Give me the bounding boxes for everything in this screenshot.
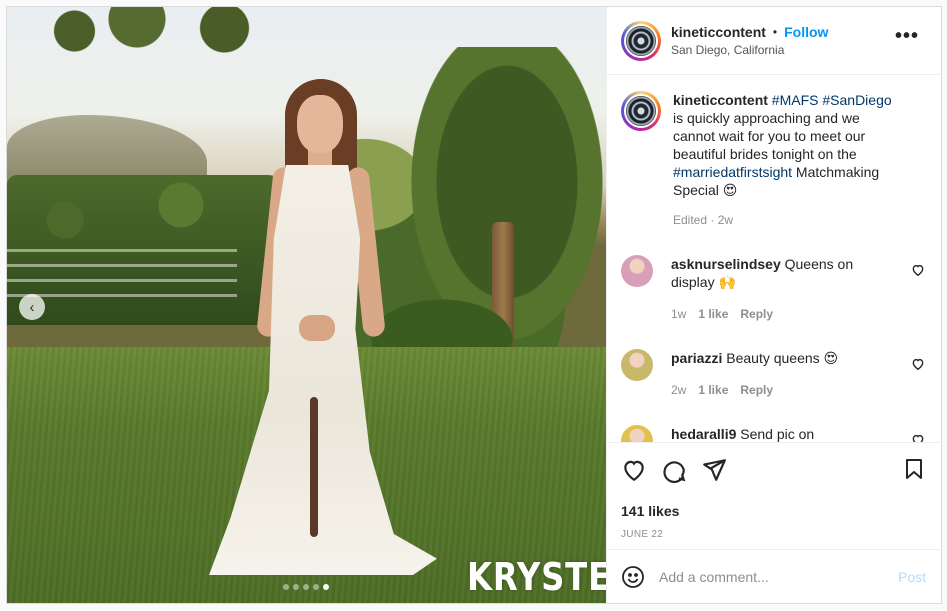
comment-likes[interactable]: 1 like — [698, 381, 728, 399]
share-icon[interactable] — [701, 457, 727, 483]
smile-icon[interactable] — [621, 565, 645, 589]
post-comment-button[interactable]: Post — [898, 569, 926, 585]
heart-icon[interactable] — [621, 457, 647, 483]
commenter-username[interactable]: asknurselindsey — [671, 256, 781, 272]
carousel-dot — [283, 584, 289, 590]
bride-hands — [299, 315, 335, 341]
avatar-frame — [624, 94, 658, 128]
account-username[interactable]: kineticcontent — [671, 24, 766, 40]
comment-text: Beauty queens 😍 — [726, 350, 839, 366]
photo-watermark: KRYSTEN — [467, 555, 606, 599]
comment-icon[interactable] — [661, 457, 687, 483]
account-avatar[interactable] — [621, 20, 661, 61]
comment-like-icon[interactable] — [911, 357, 925, 371]
header-separator: • — [772, 25, 778, 39]
carousel-dot — [293, 584, 299, 590]
photo-leaves — [37, 7, 287, 67]
post-caption: kineticcontent #MAFS #SanDiego is quickl… — [621, 91, 927, 229]
comment-time: 2w — [671, 383, 687, 397]
header-line: kineticcontent • Follow — [671, 24, 828, 40]
comment-like-icon[interactable] — [911, 263, 925, 277]
comments-section[interactable]: kineticcontent #MAFS #SanDiego is quickl… — [607, 75, 941, 442]
post-date: JUNE 22 — [621, 529, 664, 540]
commenter-avatar[interactable] — [621, 425, 653, 442]
comment-text: Send pic on — [740, 426, 815, 442]
commenter-avatar[interactable] — [621, 255, 653, 287]
more-options-icon[interactable]: ••• — [895, 26, 919, 46]
action-icons — [621, 457, 928, 483]
commenter-username[interactable]: pariazzi — [671, 350, 722, 366]
carousel-dot — [303, 584, 309, 590]
caption-meta: Edited · 2w — [673, 213, 734, 227]
comment-item: hedaralli9 Send pic on — [621, 425, 927, 442]
caption-username[interactable]: kineticcontent — [673, 92, 768, 108]
comment-input[interactable] — [659, 568, 889, 585]
likes-count[interactable]: 141 likes — [621, 503, 928, 519]
commenter-avatar[interactable] — [621, 349, 653, 381]
post-header: kineticcontent • Follow San Diego, Calif… — [607, 7, 941, 75]
follow-button[interactable]: Follow — [784, 24, 828, 40]
chevron-left-icon: ‹ — [29, 298, 35, 316]
comment-like-icon[interactable] — [911, 433, 925, 442]
avatar-frame — [624, 23, 658, 58]
comment-body: pariazzi Beauty queens 😍 2w 1 like Reply — [671, 349, 893, 399]
carousel-dot — [323, 584, 329, 590]
bookmark-icon[interactable] — [902, 457, 926, 481]
post-location[interactable]: San Diego, California — [671, 43, 828, 57]
caption-hashtag[interactable]: #SanDiego — [822, 92, 891, 108]
header-text: kineticcontent • Follow San Diego, Calif… — [671, 24, 828, 57]
previous-slide-button[interactable]: ‹ — [19, 294, 45, 320]
post-photo[interactable]: ‹ KRYSTEN — [7, 7, 606, 603]
commenter-username[interactable]: hedaralli9 — [671, 426, 736, 442]
caption-body: kineticcontent #MAFS #SanDiego is quickl… — [673, 91, 903, 229]
photo-bride — [197, 77, 437, 577]
caption-hashtag[interactable]: #MAFS — [772, 92, 819, 108]
bride-face — [297, 95, 343, 153]
reply-button[interactable]: Reply — [740, 305, 773, 323]
bride-dress-slit — [310, 397, 318, 537]
reply-button[interactable]: Reply — [740, 381, 773, 399]
add-comment-bar: Post — [607, 549, 942, 603]
comment-item: asknurselindsey Queens on display 🙌 1w 1 l… — [621, 255, 927, 323]
caption-hashtag[interactable]: #marriedatfirstsight — [673, 164, 792, 180]
comment-body: hedaralli9 Send pic on — [671, 425, 893, 442]
comment-body: asknurselindsey Queens on display 🙌 1w 1 l… — [671, 255, 893, 323]
carousel-dots — [283, 584, 329, 590]
avatar-image — [626, 96, 656, 126]
comment-list: asknurselindsey Queens on display 🙌 1w 1 l… — [621, 255, 927, 442]
carousel-dot — [313, 584, 319, 590]
comment-likes[interactable]: 1 like — [698, 305, 728, 323]
action-bar: 141 likes JUNE 22 — [607, 442, 942, 540]
post-side-panel: kineticcontent • Follow San Diego, Calif… — [606, 7, 942, 603]
instagram-post: ‹ KRYSTEN kineticcontent • Follow San Di… — [6, 6, 942, 604]
comment-item: pariazzi Beauty queens 😍 2w 1 like Reply — [621, 349, 927, 399]
caption-fragment: is quickly approaching and we cannot wai… — [673, 110, 866, 162]
comment-meta: 1w 1 like Reply — [671, 305, 893, 323]
avatar-image — [626, 25, 656, 56]
comment-meta: 2w 1 like Reply — [671, 381, 893, 399]
comment-time: 1w — [671, 307, 687, 321]
caption-avatar[interactable] — [621, 91, 661, 131]
